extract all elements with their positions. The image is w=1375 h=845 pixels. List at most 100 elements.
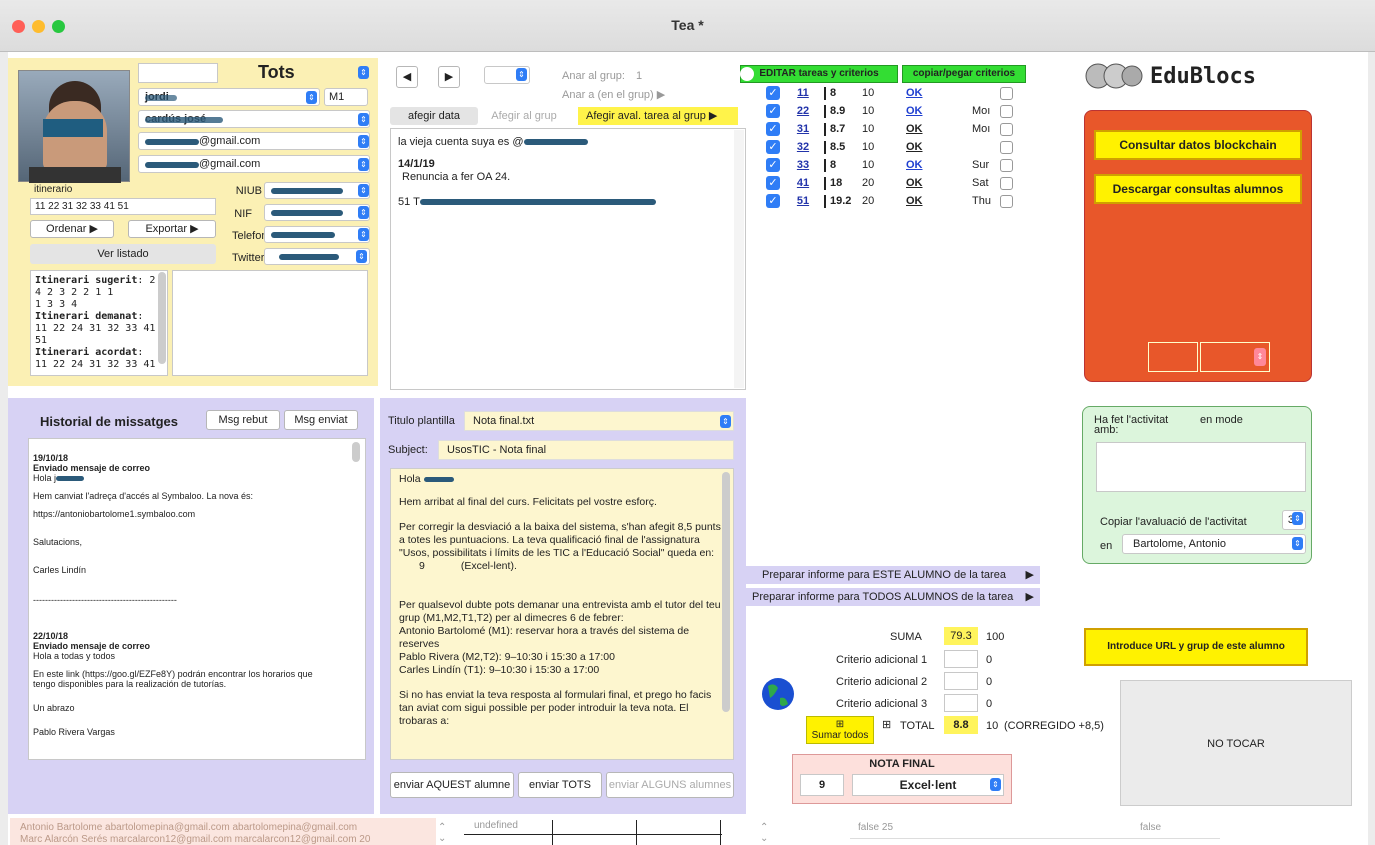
task-ok[interactable]: OK — [906, 159, 923, 171]
email-body[interactable]: Hola Hem arribat al final del curs. Feli… — [390, 468, 734, 760]
sumar-todos-button[interactable]: ⊞ Sumar todos — [806, 716, 874, 744]
enviar-aquest-button[interactable]: enviar AQUEST alumne — [390, 772, 514, 798]
nif-field[interactable] — [264, 204, 370, 221]
task-score[interactable]: 8 — [830, 87, 836, 99]
anar-a-link[interactable]: Anar a (en el grup) ▶ — [562, 88, 665, 101]
task-score[interactable]: 8 — [830, 159, 836, 171]
task-score[interactable]: 19.2 — [830, 195, 851, 207]
surname-select[interactable]: cardús josé — [138, 110, 370, 128]
informe-este-button[interactable]: Preparar informe para ESTE ALUMNO de la … — [746, 566, 1040, 584]
task-checkbox[interactable]: ✓ — [766, 122, 780, 136]
task-flag-checkbox[interactable] — [1000, 105, 1013, 118]
descargar-consultas-button[interactable]: Descargar consultas alumnos — [1094, 174, 1302, 204]
historial-textarea[interactable]: 19/10/18 Enviado mensaje de correo Hola … — [28, 438, 366, 760]
anar-grup-value[interactable]: 1 — [636, 70, 642, 82]
nota-text-dropdown-icon[interactable]: ⇕ — [990, 778, 1001, 791]
notes-scrollbar[interactable] — [734, 130, 744, 388]
email1-select[interactable]: @gmail.com — [138, 132, 370, 150]
task-checkbox[interactable]: ✓ — [766, 158, 780, 172]
filter-dropdown-icon[interactable]: ⇕ — [358, 66, 369, 79]
itinerary-input[interactable]: 11 22 31 32 33 41 51 — [30, 198, 216, 215]
task-ok[interactable]: OK — [906, 141, 923, 153]
historial-scrollbar[interactable] — [352, 442, 360, 462]
task-flag-checkbox[interactable] — [1000, 141, 1013, 154]
ordenar-button[interactable]: Ordenar ▶ — [30, 220, 114, 238]
toggle-icon[interactable] — [740, 67, 754, 81]
msg-rebut-button[interactable]: Msg rebut — [206, 410, 280, 430]
task-checkbox[interactable]: ✓ — [766, 194, 780, 208]
task-id[interactable]: 11 — [784, 87, 822, 99]
niub-dropdown-icon[interactable]: ⇕ — [358, 184, 369, 197]
blockchain-input[interactable] — [1148, 342, 1198, 372]
task-ok[interactable]: OK — [906, 105, 923, 117]
afegir-data-button[interactable]: afegir data — [390, 107, 478, 125]
plus-box-icon[interactable]: ⊞ — [882, 718, 891, 731]
copiar-criterios-button[interactable]: copiar/pegar criterios — [902, 65, 1026, 83]
telefon-dropdown-icon[interactable]: ⇕ — [358, 228, 369, 241]
criterio2-input[interactable] — [944, 672, 978, 690]
notes-side-box[interactable] — [172, 270, 368, 376]
afegir-aval-button[interactable]: Afegir aval. tarea al grup ▶ — [578, 107, 738, 125]
first-name-select[interactable]: jordi — [138, 88, 320, 106]
record-dropdown-icon[interactable]: ⇕ — [516, 68, 527, 81]
informe-todos-button[interactable]: Preparar informe para TODOS ALUMNOS de l… — [746, 588, 1040, 606]
students-table[interactable]: Antonio Bartolome abartolomepina@gmail.c… — [10, 818, 436, 845]
task-score[interactable]: 8.7 — [830, 123, 845, 135]
enviar-tots-button[interactable]: enviar TOTS — [518, 772, 602, 798]
no-tocar-button[interactable]: NO TOCAR — [1120, 680, 1352, 806]
task-ok[interactable]: OK — [906, 123, 923, 135]
first-name-dropdown-icon[interactable]: ⇕ — [306, 91, 317, 104]
table-scroll-icon[interactable]: ⌃ ⌄ — [438, 822, 446, 844]
task-ok[interactable]: OK — [906, 195, 923, 207]
subject-input[interactable]: UsosTIC - Nota final — [438, 440, 734, 460]
introduce-url-button[interactable]: Introduce URL y grup de este alumno — [1084, 628, 1308, 666]
notes-textarea[interactable] — [390, 128, 746, 390]
task-id[interactable]: 41 — [784, 177, 822, 189]
group-select[interactable]: M1 — [324, 88, 368, 106]
task-id[interactable]: 32 — [784, 141, 822, 153]
task-ok[interactable]: OK — [906, 87, 923, 99]
next-button[interactable]: ▶ — [438, 66, 460, 88]
copiar-aval-dropdown-icon[interactable]: ⇕ — [1292, 512, 1303, 525]
table-row[interactable]: Marc Alarcón Serés marcalarcon12@gmail.c… — [20, 834, 426, 845]
criterio3-input[interactable] — [944, 694, 978, 712]
nota-final-value[interactable]: 9 — [800, 774, 844, 796]
twitter-dropdown-icon[interactable]: ⇕ — [356, 250, 367, 263]
task-id[interactable]: 22 — [784, 105, 822, 117]
table-row[interactable]: Antonio Bartolome abartolomepina@gmail.c… — [20, 822, 426, 834]
consultar-blockchain-button[interactable]: Consultar datos blockchain — [1094, 130, 1302, 160]
task-flag-checkbox[interactable] — [1000, 195, 1013, 208]
task-id[interactable]: 33 — [784, 159, 822, 171]
email1-dropdown-icon[interactable]: ⇕ — [358, 135, 369, 148]
grid-scroll-icon[interactable]: ⌃ ⌄ — [760, 822, 768, 844]
itinerary-scrollbar[interactable] — [158, 272, 166, 364]
email-scrollbar[interactable] — [722, 472, 730, 712]
student-target-select[interactable]: Bartolome, Antonio — [1122, 534, 1306, 554]
task-ok[interactable]: OK — [906, 177, 923, 189]
twitter-field[interactable] — [264, 248, 370, 265]
filter-input[interactable] — [138, 63, 218, 83]
enviar-alguns-button[interactable]: enviar ALGUNS alumnes — [606, 772, 734, 798]
itinerary-text[interactable]: Itinerari sugerit: 2 4 2 3 2 2 1 1 1 3 3… — [30, 270, 168, 376]
task-id[interactable]: 31 — [784, 123, 822, 135]
email2-dropdown-icon[interactable]: ⇕ — [358, 158, 369, 171]
ver-listado-button[interactable]: Ver listado — [30, 244, 216, 264]
task-checkbox[interactable]: ✓ — [766, 104, 780, 118]
student-target-dropdown-icon[interactable]: ⇕ — [1292, 537, 1303, 550]
nota-text-select[interactable]: Excel·lent — [852, 774, 1004, 796]
task-score[interactable]: 8.9 — [830, 105, 845, 117]
task-flag-checkbox[interactable] — [1000, 177, 1013, 190]
exportar-button[interactable]: Exportar ▶ — [128, 220, 216, 238]
plantilla-dropdown-icon[interactable]: ⇕ — [720, 415, 731, 428]
blockchain-dropdown-icon[interactable]: ⇕ — [1254, 348, 1266, 366]
task-checkbox[interactable]: ✓ — [766, 140, 780, 154]
task-score[interactable]: 18 — [830, 177, 842, 189]
task-checkbox[interactable]: ✓ — [766, 176, 780, 190]
telefon-field[interactable] — [264, 226, 370, 243]
criterio1-input[interactable] — [944, 650, 978, 668]
task-flag-checkbox[interactable] — [1000, 87, 1013, 100]
nif-dropdown-icon[interactable]: ⇕ — [358, 206, 369, 219]
task-id[interactable]: 51 — [784, 195, 822, 207]
email2-select[interactable]: @gmail.com — [138, 155, 370, 173]
plantilla-select[interactable]: Nota final.txt — [464, 411, 734, 431]
